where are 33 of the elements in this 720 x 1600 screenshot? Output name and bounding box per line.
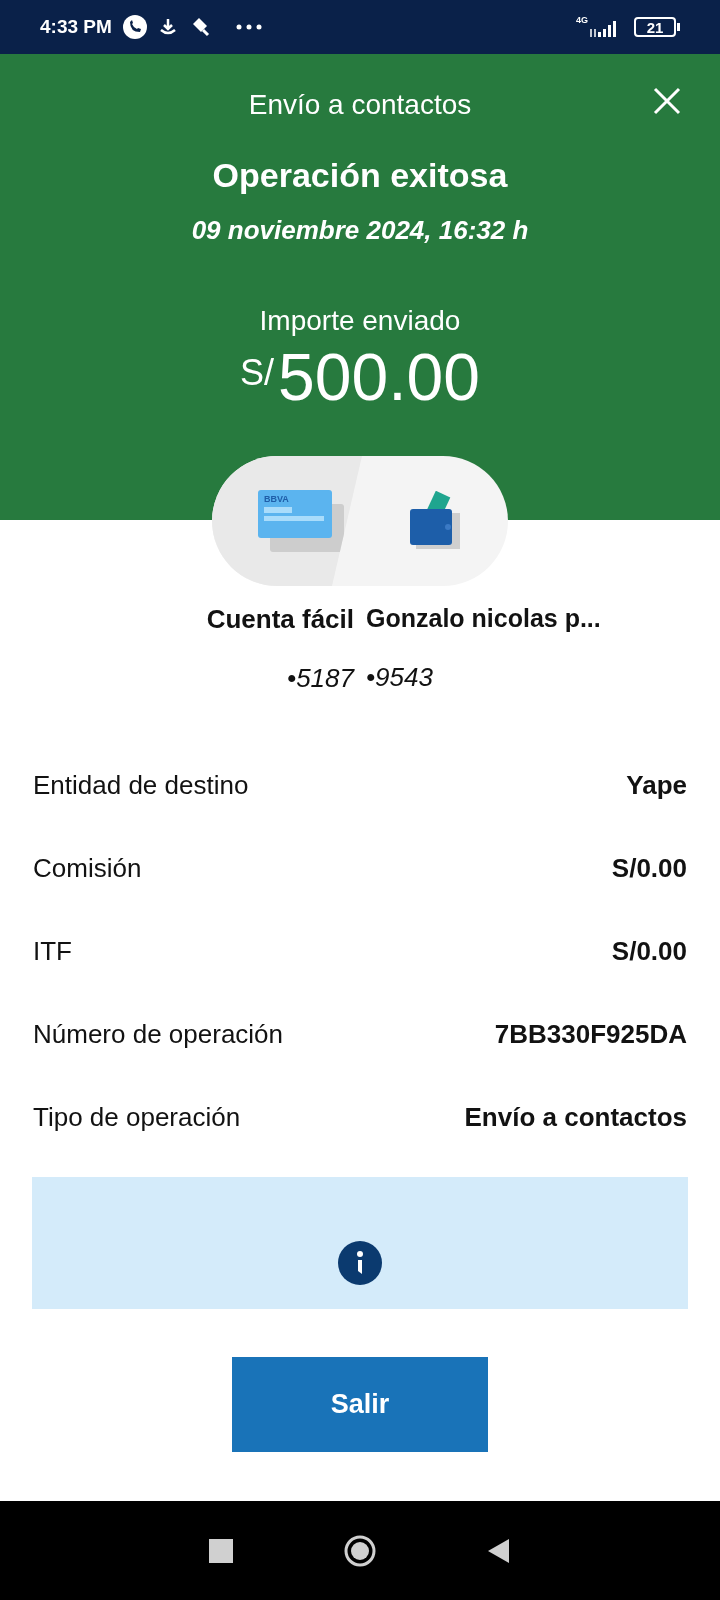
detail-value: 7BB330F925DA — [494, 1018, 687, 1051]
source-account-name: Cuenta fácil — [206, 603, 354, 636]
transaction-date: 09 noviembre 2024, 16:32 h — [191, 214, 529, 247]
home-icon[interactable] — [343, 1533, 377, 1568]
info-icon — [338, 1241, 382, 1285]
source-account-number: •5187 — [287, 662, 354, 695]
detail-value: S/0.00 — [611, 935, 687, 968]
detail-label: Número de operación — [33, 1018, 284, 1051]
status-heading: Operación exitosa — [212, 155, 508, 196]
detail-label: Entidad de destino — [33, 769, 249, 802]
currency-symbol: S/ — [240, 351, 275, 395]
detail-value: Envío a contactos — [464, 1101, 687, 1134]
detail-label: Comisión — [33, 852, 142, 885]
recipient-name: Gonzalo nicolas p... — [366, 603, 601, 634]
wallet-icon — [408, 491, 462, 551]
network-type: 4G — [576, 14, 588, 28]
amount-label: Importe enviado — [259, 304, 461, 338]
back-icon[interactable] — [487, 1537, 511, 1564]
card-brand: BBVA — [264, 495, 290, 504]
detail-label: Tipo de operación — [33, 1101, 241, 1134]
recents-icon[interactable] — [209, 1538, 233, 1563]
phone-icon — [121, 14, 148, 40]
detail-label: ITF — [33, 935, 72, 968]
exit-button[interactable]: Salir — [232, 1357, 488, 1452]
battery-indicator: 21 — [634, 17, 676, 37]
close-button[interactable] — [652, 86, 682, 116]
status-time: 4:33 PM — [40, 14, 112, 39]
amount-value: 500.00 — [278, 339, 480, 416]
recipient-account-number: •9543 — [366, 660, 433, 694]
detail-value: Yape — [626, 769, 687, 802]
more-icon — [235, 24, 262, 30]
screen-title: Envío a contactos — [248, 88, 472, 122]
detail-value: S/0.00 — [611, 852, 687, 885]
